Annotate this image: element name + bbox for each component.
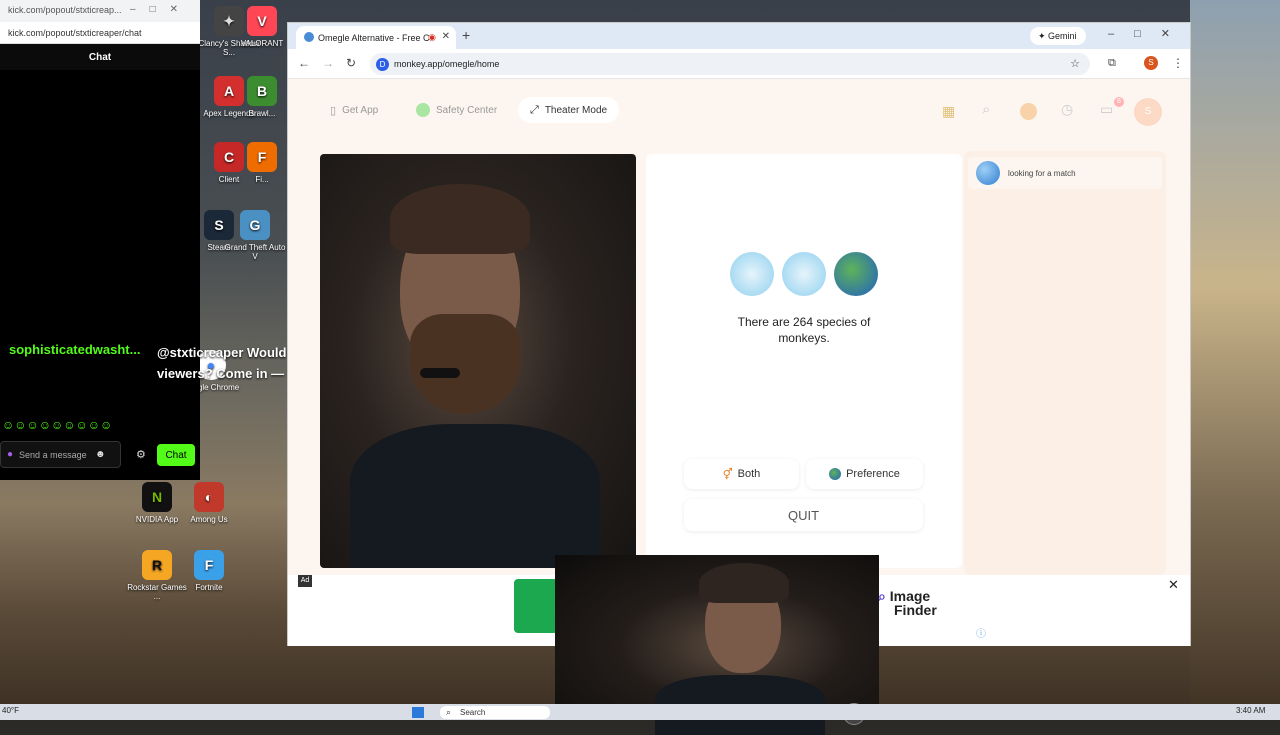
- person-hair: [390, 184, 530, 254]
- coin-icon[interactable]: [1020, 103, 1037, 120]
- tab-omegle[interactable]: Omegle Alternative - Free C ◉ ✕: [296, 26, 456, 49]
- emote-icon[interactable]: ☺☺☺☺☺☺☺☺☺: [2, 418, 112, 436]
- menu-icon[interactable]: ⋮: [1172, 56, 1184, 70]
- taskbar: 40°F ⌕ Search 3:40 AM: [0, 704, 1280, 720]
- globe-americas-icon: [834, 252, 878, 296]
- search-icon[interactable]: ⌕: [982, 101, 990, 118]
- globe-row: [724, 252, 884, 301]
- preference-button[interactable]: Preference: [806, 459, 923, 489]
- settings-icon[interactable]: ⚙: [136, 448, 146, 461]
- mic-icon[interactable]: ●: [7, 449, 13, 460]
- monkey-fact: There are 264 species of monkeys.: [737, 315, 871, 345]
- user-avatar[interactable]: S: [1134, 98, 1162, 126]
- quit-button[interactable]: QUIT: [684, 499, 923, 531]
- loading-icon: [976, 161, 1000, 185]
- taskbar-search[interactable]: ⌕ Search: [440, 706, 550, 719]
- window-controls[interactable]: –□✕: [130, 4, 192, 15]
- headset-mic: [420, 368, 460, 378]
- self-video-feed: [320, 154, 636, 568]
- close-tab-icon[interactable]: ✕: [442, 31, 450, 42]
- match-panel: looking for a match: [964, 151, 1166, 575]
- phone-icon: ▯: [330, 104, 337, 117]
- clock: 3:40 AM: [1236, 706, 1266, 715]
- chrome-window: Omegle Alternative - Free C ◉ ✕ + ✦ Gemi…: [287, 22, 1191, 646]
- globe-grid-icon: [782, 252, 826, 296]
- get-app-link[interactable]: ▯ Get App: [318, 97, 390, 123]
- gemini-button[interactable]: ✦ Gemini: [1030, 27, 1086, 45]
- desktop-icon-app[interactable]: F Fi...: [231, 142, 293, 184]
- windows-start-icon[interactable]: [412, 707, 424, 718]
- gift-icon[interactable]: ▦: [942, 103, 955, 120]
- ad-info-icon[interactable]: ⓘ: [976, 625, 986, 640]
- shield-icon: [416, 103, 430, 117]
- gender-both-button[interactable]: ⚥ Both: [684, 459, 799, 489]
- bookmark-star-icon[interactable]: ☆: [1070, 57, 1080, 70]
- extensions-icon[interactable]: ⧉: [1108, 57, 1116, 70]
- person-shirt: [350, 424, 600, 568]
- person-beard: [410, 314, 520, 414]
- monkey-favicon-icon: [304, 32, 314, 42]
- globe-grid-icon: [730, 252, 774, 296]
- toolbar: ← → ↻ D monkey.app/omegle/home ☆ ⧉ S ⋮: [288, 49, 1190, 79]
- desktop-icon-valorant[interactable]: V VALORANT: [231, 6, 293, 48]
- search-icon: ⌕: [446, 707, 452, 717]
- send-chat-button[interactable]: Chat: [157, 444, 195, 466]
- chat-username[interactable]: sophisticatedwasht...: [9, 342, 140, 357]
- people-icon: ⚥: [722, 468, 733, 481]
- recording-icon: ◉: [428, 32, 436, 42]
- ad-brand[interactable]: ⌕ Image Finder: [878, 589, 937, 617]
- match-status-row: looking for a match: [968, 157, 1162, 189]
- safety-center-link[interactable]: Safety Center: [404, 97, 509, 123]
- expand-icon: ⤢: [530, 103, 539, 116]
- kick-chat-window: kick.com/popout/stxticreap... –□✕ kick.c…: [0, 0, 200, 480]
- back-icon[interactable]: ←: [298, 56, 310, 70]
- history-icon[interactable]: ◷: [1061, 101, 1073, 118]
- emoji-icon[interactable]: ☻: [95, 449, 106, 460]
- address-bar[interactable]: D monkey.app/omegle/home ☆: [370, 53, 1090, 75]
- desktop-icon-amongus[interactable]: ◐ Among Us: [178, 482, 240, 524]
- reload-icon[interactable]: ↻: [346, 56, 356, 70]
- kick-title-bar: kick.com/popout/stxticreap... –□✕: [0, 0, 200, 22]
- webcam-overlay: [555, 555, 879, 735]
- kick-address[interactable]: kick.com/popout/stxticreaper/chat: [0, 22, 200, 44]
- notification-badge: 8: [1114, 97, 1124, 107]
- globe-icon: [829, 468, 842, 480]
- theater-mode-button[interactable]: ⤢ Theater Mode: [518, 97, 620, 123]
- send-message-input[interactable]: ● Send a message ☻: [0, 441, 121, 468]
- tab-strip: Omegle Alternative - Free C ◉ ✕ + ✦ Gemi…: [288, 23, 1190, 49]
- kick-chat-header: Chat: [0, 44, 200, 70]
- person-hair: [699, 563, 789, 603]
- weather-widget[interactable]: 40°F: [2, 706, 19, 715]
- site-info-icon[interactable]: D: [376, 58, 389, 71]
- profile-avatar[interactable]: S: [1144, 56, 1158, 70]
- ad-badge: Ad: [298, 575, 312, 587]
- emote-row[interactable]: ☺☺☺☺☺☺☺☺☺: [0, 418, 200, 436]
- image-finder-icon: ⌕: [878, 588, 886, 604]
- wallpaper-sky: [1190, 0, 1280, 720]
- desktop-icon-fortnite[interactable]: F Fortnite: [178, 550, 240, 592]
- new-tab-icon[interactable]: +: [462, 27, 470, 43]
- waiting-panel: There are 264 species of monkeys. ⚥ Both …: [646, 154, 962, 568]
- desktop-icon-gta[interactable]: G Grand Theft Auto V: [224, 210, 286, 261]
- messages-icon[interactable]: ▭: [1100, 101, 1113, 118]
- window-controls[interactable]: –□✕: [1108, 27, 1190, 40]
- ad-close-icon[interactable]: ✕: [1168, 577, 1179, 593]
- desktop-icon-brawl[interactable]: B Brawl...: [231, 76, 293, 118]
- forward-icon[interactable]: →: [322, 56, 334, 70]
